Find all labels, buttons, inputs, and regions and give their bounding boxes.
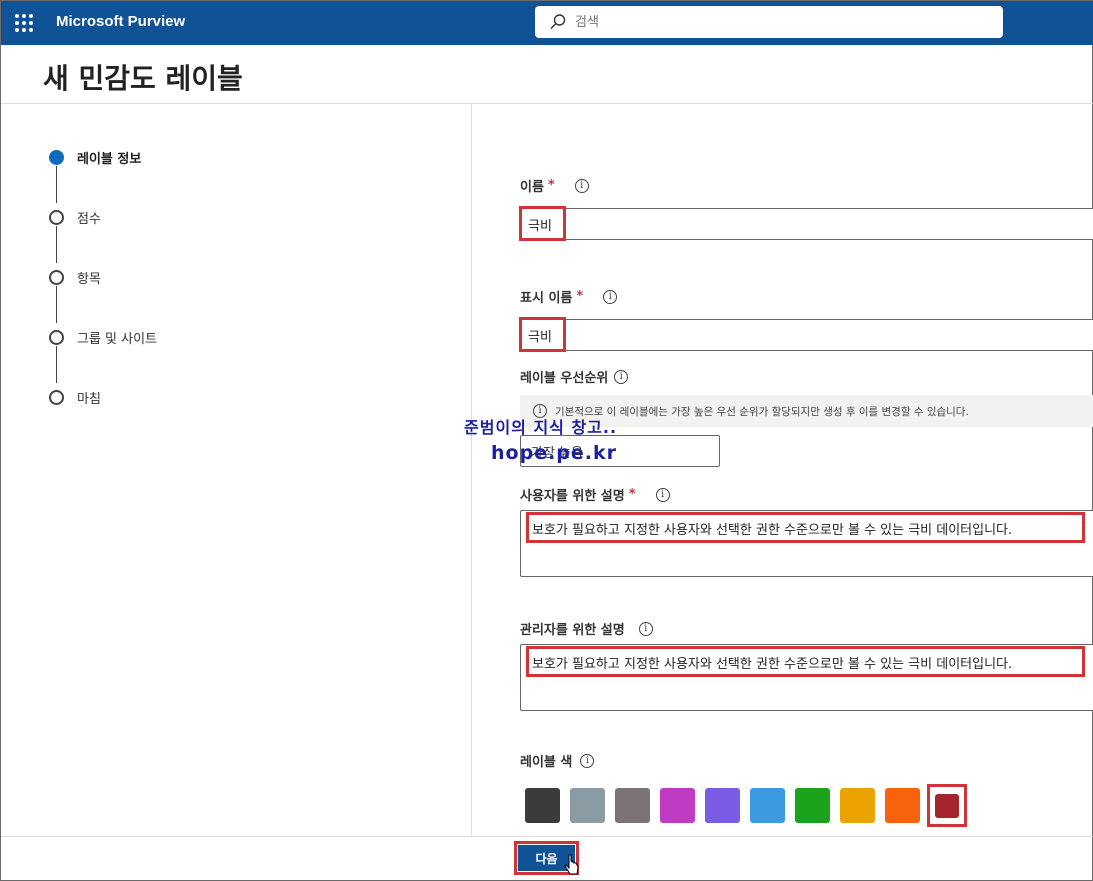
name-value: 극비 [528,219,552,234]
color-swatch[interactable] [750,788,785,823]
step-indicator-active [49,150,64,165]
step-indicator [49,390,64,405]
admin-desc-label: 관리자를 위한 설명 i [520,619,653,638]
info-icon[interactable]: i [574,178,589,193]
admin-desc-value: 보호가 필요하고 지정한 사용자와 선택한 권한 수준으로만 볼 수 있는 극비… [526,646,1085,677]
display-name-value: 극비 [528,330,552,345]
display-name-label: 표시 이름 * i [520,287,618,306]
info-icon[interactable]: i [603,289,618,304]
step-indicator [49,270,64,285]
color-swatch[interactable] [570,788,605,823]
step-label: 항목 [77,272,101,287]
color-swatches [525,788,930,823]
step-label: 마침 [77,392,101,407]
name-input[interactable] [520,208,1093,240]
top-bar: Microsoft Purview [1,1,1093,45]
required-mark: * [576,289,584,304]
watermark-url: hope.pe.kr [491,442,617,464]
step-scope[interactable]: 점수 [49,208,101,227]
color-label-text: 레이블 색 [520,755,573,770]
step-items[interactable]: 항목 [49,268,101,287]
step-connector [56,166,57,203]
user-desc-label: 사용자를 위한 설명 * i [520,485,670,504]
priority-label-text: 레이블 우선순위 [520,371,609,386]
required-mark: * [547,178,555,193]
app-title[interactable]: Microsoft Purview [56,13,185,30]
step-connector [56,286,57,323]
page-title: 새 민감도 레이블 [43,62,243,95]
step-finish[interactable]: 마침 [49,388,101,407]
step-groups-sites[interactable]: 그룹 및 사이트 [49,328,157,347]
step-indicator [49,210,64,225]
display-name-input[interactable] [520,319,1093,351]
color-swatch[interactable] [705,788,740,823]
color-swatch[interactable] [840,788,875,823]
header-divider [1,103,1093,104]
name-label: 이름 * i [520,176,589,195]
step-connector [56,346,57,383]
step-label: 레이블 정보 [77,152,142,167]
color-label: 레이블 색 i [520,751,595,770]
search-box[interactable] [535,6,1003,38]
display-name-label-text: 표시 이름 [520,291,573,306]
admin-desc-label-text: 관리자를 위한 설명 [520,623,625,638]
footer-divider [1,836,1093,837]
color-swatch[interactable] [885,788,920,823]
wizard-divider [471,103,472,836]
step-label-info[interactable]: 레이블 정보 [49,148,141,167]
name-label-text: 이름 [520,180,544,195]
search-icon [550,14,566,29]
selected-color-chip [935,793,959,818]
mouse-pointer-icon [564,854,579,875]
color-swatch[interactable] [525,788,560,823]
step-label: 그룹 및 사이트 [77,332,158,347]
info-icon[interactable]: i [614,369,629,384]
info-icon[interactable]: i [655,487,670,502]
color-swatch[interactable] [660,788,695,823]
user-desc-value: 보호가 필요하고 지정한 사용자와 선택한 권한 수준으로만 볼 수 있는 극비… [526,512,1085,543]
color-swatch[interactable] [795,788,830,823]
priority-info-text: 기본적으로 이 레이블에는 가장 높은 우선 순위가 할당되지만 생성 후 이를… [555,405,969,418]
watermark-text: 준범이의 지식 창고.. [464,418,618,437]
required-mark: * [628,487,636,502]
info-icon[interactable]: i [580,753,595,768]
color-swatch-selected[interactable] [927,784,967,827]
step-connector [56,226,57,263]
step-indicator [49,330,64,345]
app-launcher-icon[interactable] [15,14,33,32]
info-icon[interactable]: i [638,621,653,636]
search-input[interactable] [575,14,975,30]
priority-label: 레이블 우선순위 i [520,367,629,386]
step-label: 점수 [77,212,101,227]
color-swatch[interactable] [615,788,650,823]
user-desc-label-text: 사용자를 위한 설명 [520,489,625,504]
